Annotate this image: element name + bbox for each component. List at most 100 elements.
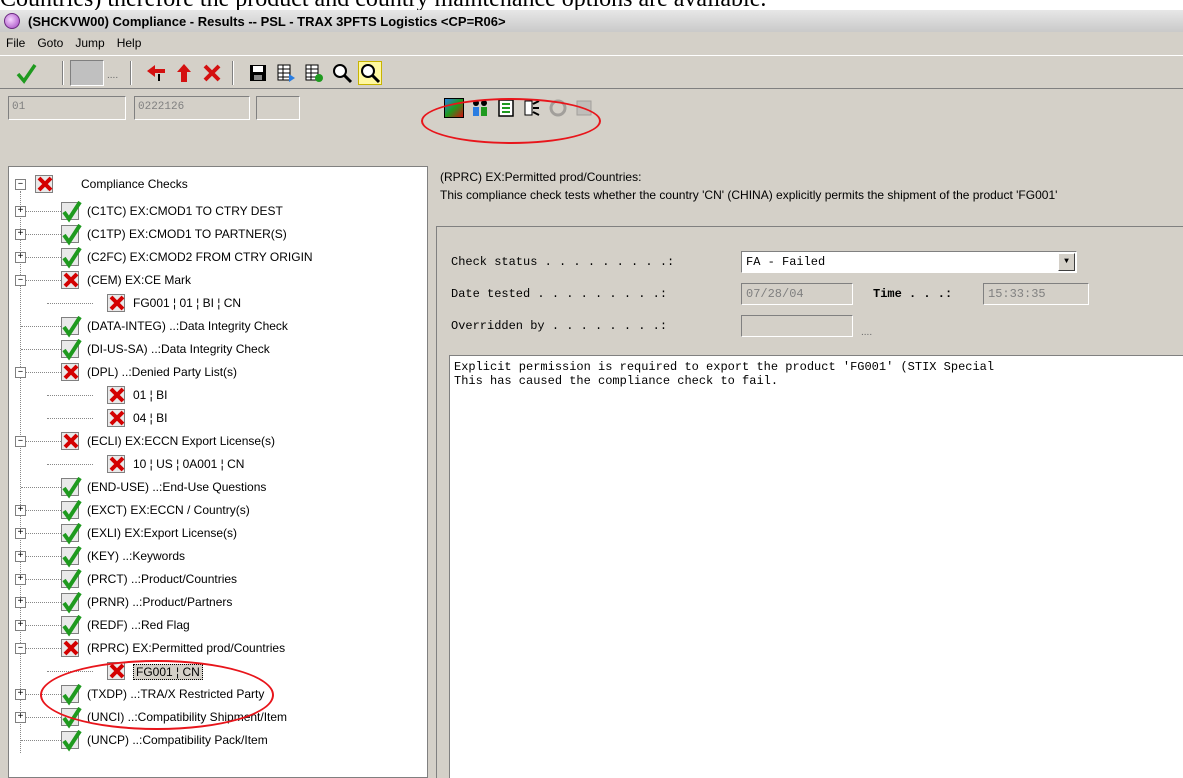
override-icon[interactable] — [574, 98, 594, 118]
toolbar-field[interactable] — [70, 60, 104, 86]
menu-help[interactable]: Help — [117, 36, 142, 50]
tree-connector — [47, 303, 93, 304]
tree-root-label[interactable]: Compliance Checks — [81, 177, 188, 191]
tree-item-expander[interactable]: + — [15, 252, 26, 263]
tree-item-label[interactable]: 01 ¦ BI — [133, 388, 167, 402]
check-status-select[interactable]: FA - Failed ▼ — [741, 251, 1077, 273]
pass-check-icon — [61, 615, 82, 637]
tree-root-expander[interactable]: – — [15, 179, 26, 190]
tree-item-label[interactable]: FG001 ¦ 01 ¦ BI ¦ CN — [133, 296, 241, 310]
fail-cross-icon — [61, 639, 79, 657]
tree-item-expander[interactable]: + — [15, 689, 26, 700]
tree-item-expander[interactable]: + — [15, 597, 26, 608]
header-field-1: 01 — [8, 96, 126, 120]
tree-item-expander[interactable]: – — [15, 436, 26, 447]
tree-item-label[interactable]: (C2FC) EX:CMOD2 FROM CTRY ORIGIN — [87, 250, 313, 264]
check-status-label: Check status . . . . . . . . .: — [451, 255, 675, 269]
tree-item-label[interactable]: (UNCI) ..:Compatibility Shipment/Item — [87, 710, 287, 724]
tree-item-label[interactable]: (KEY) ..:Keywords — [87, 549, 185, 563]
tree-item-label[interactable]: (C1TP) EX:CMOD1 TO PARTNER(S) — [87, 227, 287, 241]
result-message-area[interactable]: Explicit permission is required to expor… — [449, 355, 1183, 778]
tree-item-selected[interactable]: FG001 ¦ CN — [133, 664, 203, 680]
fail-cross-icon — [61, 271, 79, 289]
tree-item-label[interactable]: (RPRC) EX:Permitted prod/Countries — [87, 641, 285, 655]
tree-item-expander[interactable]: + — [15, 551, 26, 562]
toolbar-ellipsis[interactable]: .... — [107, 70, 118, 81]
menu-bar: File Goto Jump Help — [0, 33, 1183, 53]
pass-check-icon — [61, 500, 82, 522]
tree-item-expander[interactable]: + — [15, 620, 26, 631]
tree-item-expander[interactable]: + — [15, 229, 26, 240]
arrow-up-icon — [177, 64, 191, 82]
grid-icon — [305, 64, 323, 82]
time-label: Time . . .: — [873, 287, 953, 301]
grid-button[interactable] — [302, 61, 326, 85]
save-button[interactable] — [246, 61, 270, 85]
tree-item-label[interactable]: (DI-US-SA) ..:Data Integrity Check — [87, 342, 270, 356]
legal-icon[interactable] — [522, 98, 542, 118]
tree-item-label[interactable]: (PRCT) ..:Product/Countries — [87, 572, 237, 586]
magnifier-icon — [333, 64, 353, 84]
fail-cross-icon — [107, 662, 125, 680]
tree-item-expander[interactable]: + — [15, 574, 26, 585]
previous-button[interactable] — [144, 61, 168, 85]
menu-jump[interactable]: Jump — [75, 36, 104, 50]
tree-item-label[interactable]: (TXDP) ..:TRA/X Restricted Party — [87, 687, 264, 701]
refresh-icon[interactable] — [548, 98, 568, 118]
pass-check-icon — [61, 247, 82, 269]
pass-check-icon — [61, 684, 82, 706]
tree-item-label[interactable]: (CEM) EX:CE Mark — [87, 273, 191, 287]
tree-item-label[interactable]: 04 ¦ BI — [133, 411, 167, 425]
app-icon — [4, 13, 20, 29]
overridden-by-field[interactable] — [741, 315, 853, 337]
tree-item-expander[interactable]: + — [15, 712, 26, 723]
tree-item-expander[interactable]: – — [15, 275, 26, 286]
detail-pane: (RPRC) EX:Permitted prod/Countries: This… — [436, 166, 1183, 778]
pass-check-icon — [61, 730, 82, 752]
menu-file[interactable]: File — [6, 36, 25, 50]
tree-item-label[interactable]: (ECLI) EX:ECCN Export License(s) — [87, 434, 275, 448]
find-button[interactable] — [330, 61, 354, 85]
window-title: (SHCKVW00) Compliance - Results -- PSL -… — [28, 13, 506, 29]
accept-button[interactable] — [14, 61, 38, 85]
tree-item-label[interactable]: (PRNR) ..:Product/Partners — [87, 595, 232, 609]
fail-cross-icon — [107, 409, 125, 427]
tree-item-label[interactable]: (DATA-INTEG) ..:Data Integrity Check — [87, 319, 288, 333]
result-message-line-1: Explicit permission is required to expor… — [454, 360, 995, 374]
tree-item-label[interactable]: (EXCT) EX:ECCN / Country(s) — [87, 503, 250, 517]
tree-item-expander[interactable]: – — [15, 367, 26, 378]
tree-item-label[interactable]: (END-USE) ..:End-Use Questions — [87, 480, 266, 494]
partners-icon[interactable] — [470, 98, 490, 118]
tree-item-expander[interactable]: + — [15, 528, 26, 539]
find-cc-button[interactable] — [358, 61, 382, 85]
fail-cross-icon — [107, 455, 125, 473]
check-description: This compliance check tests whether the … — [440, 188, 1058, 202]
chevron-down-icon[interactable]: ▼ — [1058, 253, 1075, 271]
fail-cross-icon — [61, 363, 79, 381]
tree-item-label[interactable]: 10 ¦ US ¦ 0A001 ¦ CN — [133, 457, 244, 471]
header-row: 01 0222126 — [0, 90, 1183, 126]
date-tested-field: 07/28/04 — [741, 283, 853, 305]
world-map-icon[interactable] — [444, 98, 464, 118]
fail-cross-icon — [107, 386, 125, 404]
tree-item-expander[interactable]: + — [15, 505, 26, 516]
tree-item-expander[interactable]: + — [15, 206, 26, 217]
tree-item-label[interactable]: (UNCP) ..:Compatibility Pack/Item — [87, 733, 268, 747]
overridden-by-lookup-button[interactable]: .... — [861, 327, 872, 338]
tree-item-label[interactable]: (REDF) ..:Red Flag — [87, 618, 190, 632]
product-book-icon[interactable] — [496, 98, 516, 118]
menu-goto[interactable]: Goto — [37, 36, 63, 50]
time-field: 15:33:35 — [983, 283, 1089, 305]
tree-item-label[interactable]: (EXLI) EX:Export License(s) — [87, 526, 237, 540]
details-button[interactable] — [274, 61, 298, 85]
close-icon — [203, 64, 221, 82]
compliance-tree[interactable]: – Compliance Checks + (C1TC) EX:CMOD1 TO … — [8, 166, 428, 778]
tree-item-expander[interactable]: – — [15, 643, 26, 654]
tree-item-label[interactable]: (DPL) ..:Denied Party List(s) — [87, 365, 237, 379]
pass-check-icon — [61, 224, 82, 246]
cancel-button[interactable] — [200, 61, 224, 85]
overridden-by-label: Overridden by . . . . . . . .: — [451, 319, 668, 333]
pass-check-icon — [61, 523, 82, 545]
tree-item-label[interactable]: (C1TC) EX:CMOD1 TO CTRY DEST — [87, 204, 283, 218]
up-button[interactable] — [172, 61, 196, 85]
